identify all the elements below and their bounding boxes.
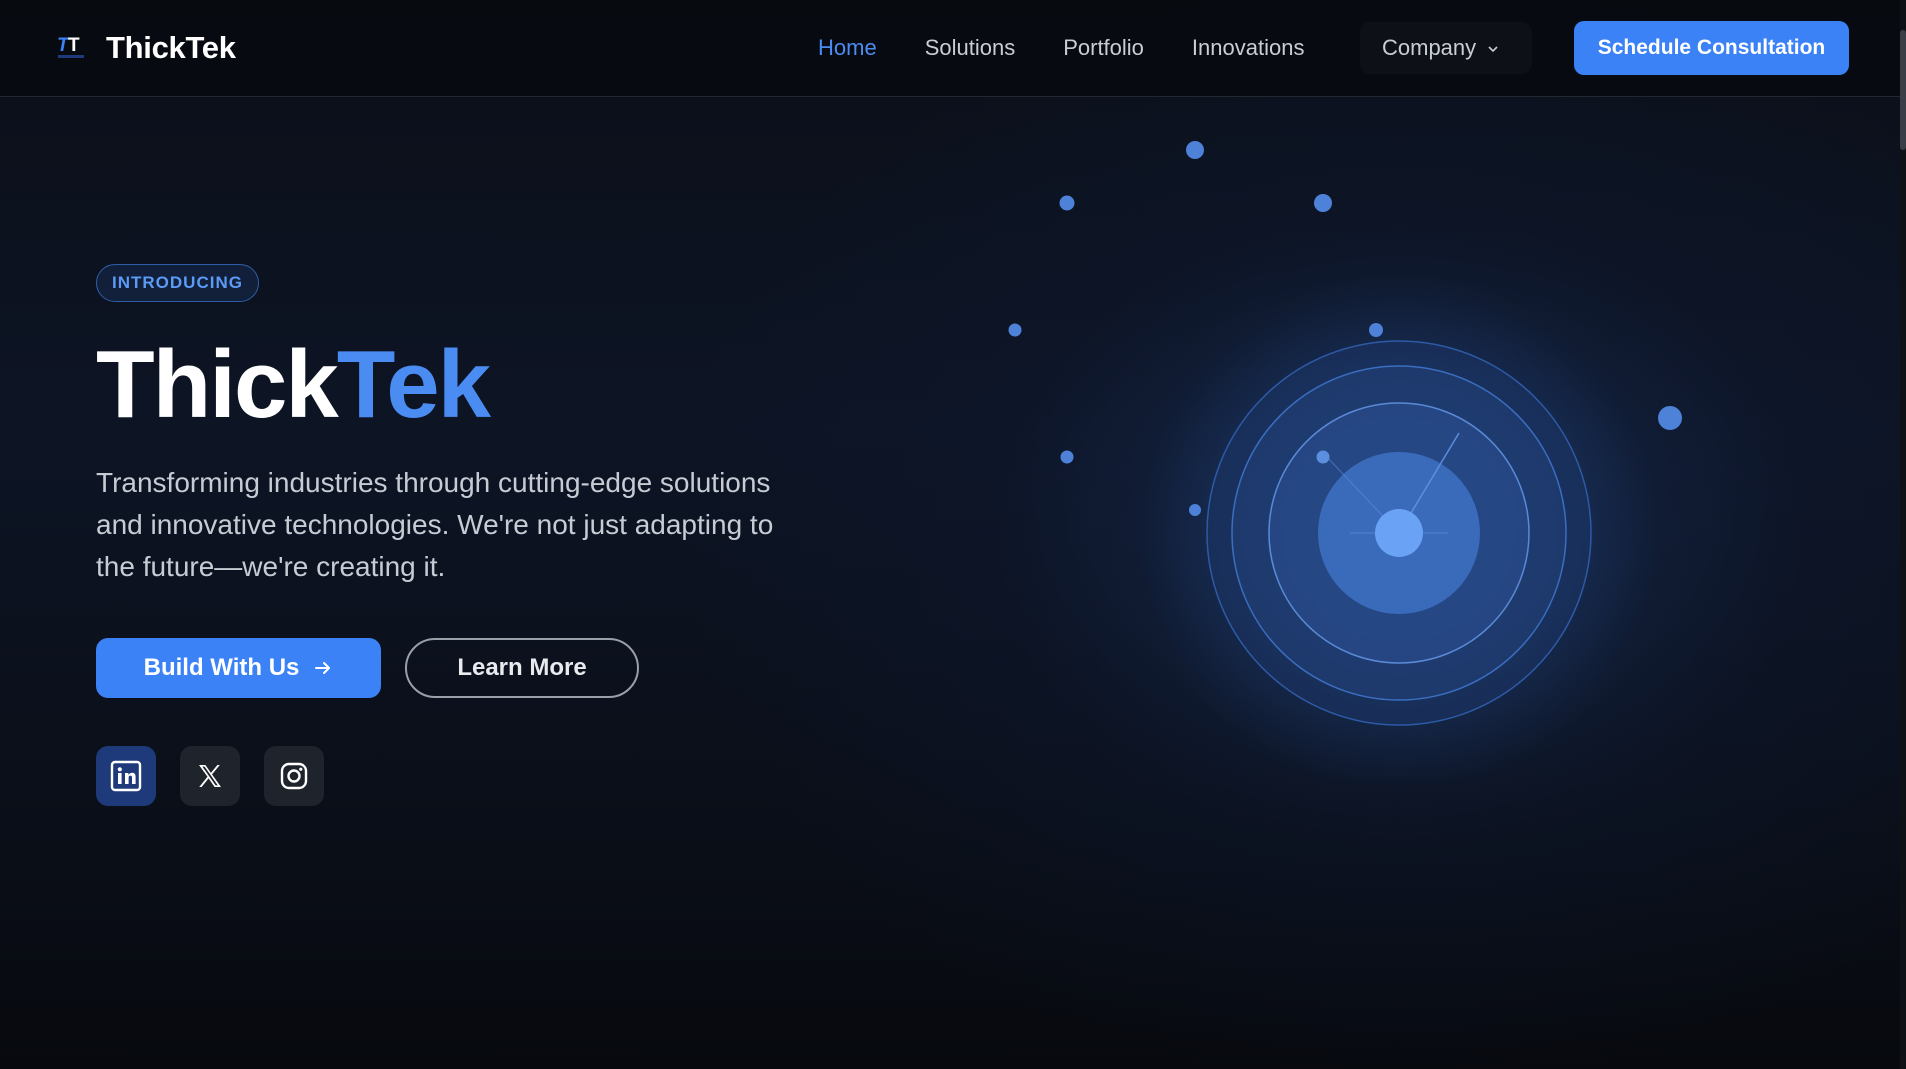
linkedin-icon[interactable] [96,746,156,806]
schedule-consultation-button[interactable]: Schedule Consultation [1574,21,1849,75]
site-header: T T ThickTek Home Solutions Portfolio In… [0,0,1900,97]
hero-title-part2: Tek [336,331,491,438]
floating-dot [1658,406,1682,430]
floating-dot [1369,323,1383,337]
svg-text:T: T [68,35,80,56]
page: T T ThickTek Home Solutions Portfolio In… [0,0,1906,1069]
build-with-us-label: Build With Us [143,654,300,681]
chevron-down-icon [1486,41,1500,55]
floating-dot [1186,141,1204,159]
nav-innovations[interactable]: Innovations [1192,30,1305,66]
brand-name: ThickTek [106,30,236,65]
build-with-us-button[interactable]: Build With Us [96,638,381,698]
floating-dot [1060,450,1074,464]
hero-description: Transforming industries through cutting-… [96,467,774,582]
nav-company-dropdown[interactable]: Company [1360,22,1532,74]
logo-icon: T T [56,33,86,63]
x-icon[interactable] [180,746,240,806]
introducing-badge: INTRODUCING [96,264,259,302]
core-dot [1375,509,1423,557]
hero-title-part1: Thick [96,331,339,438]
nav-solutions[interactable]: Solutions [925,30,1016,66]
floating-dot [1316,450,1330,464]
hero-illustration [1008,141,1682,780]
learn-more-button[interactable]: Learn More [405,638,639,698]
scrollbar[interactable] [1900,0,1906,1069]
floating-dot [1059,195,1075,211]
main-nav: Home Solutions Portfolio Innovations Com… [818,22,1532,74]
hero-title: ThickTek [96,330,491,440]
nav-home[interactable]: Home [818,30,877,66]
nav-company-label: Company [1382,35,1477,60]
arrow-right-icon [313,658,333,678]
nav-portfolio[interactable]: Portfolio [1063,30,1144,66]
floating-dot [1008,323,1022,337]
scrollbar-thumb[interactable] [1900,30,1906,150]
instagram-icon[interactable] [264,746,324,806]
brand[interactable]: T T ThickTek [56,30,236,66]
floating-dot [1314,194,1332,212]
floating-dot [1189,504,1201,516]
